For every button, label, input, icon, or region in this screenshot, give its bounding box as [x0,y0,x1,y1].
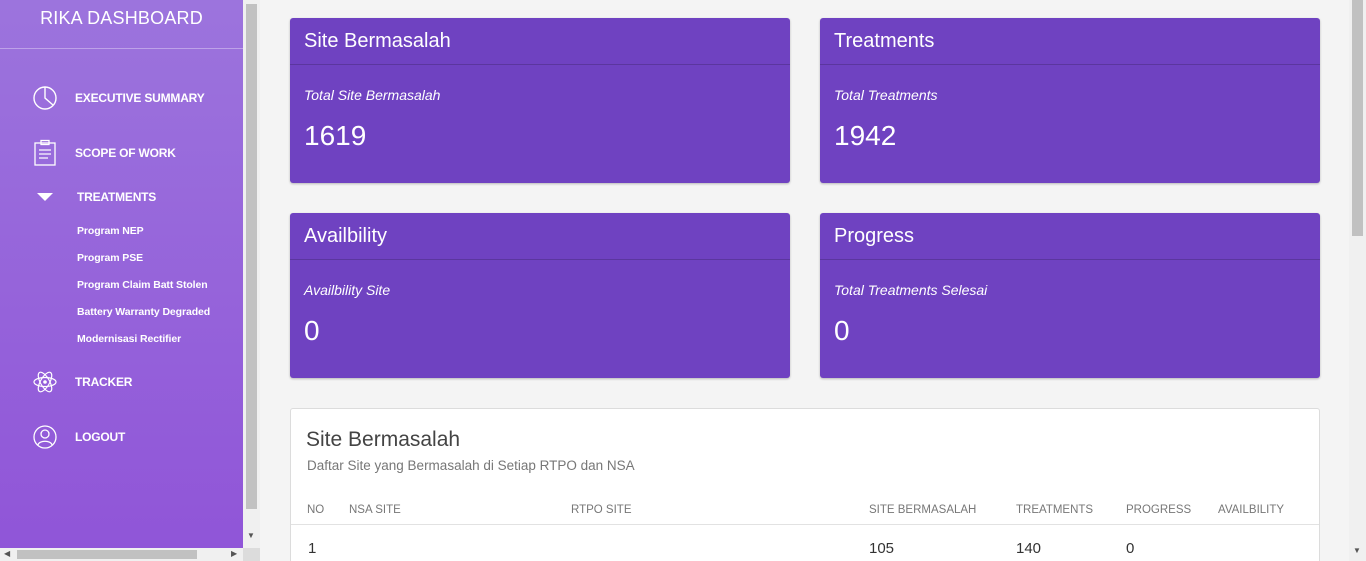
nav-executive-summary[interactable]: EXECUTIVE SUMMARY [0,84,243,112]
scroll-down-arrow-icon[interactable]: ▼ [247,531,255,540]
scrollbar-thumb[interactable] [246,4,257,509]
sub-item-program-claim-batt-stolen[interactable]: Program Claim Batt Stolen [77,279,208,291]
nav-label: TRACKER [75,375,133,389]
scrollbar-thumb[interactable] [1352,0,1363,236]
cell-progress: 0 [1126,540,1135,557]
card-value: 0 [304,315,320,346]
card-title: Treatments [820,18,1320,65]
nav-scope-of-work[interactable]: SCOPE OF WORK [0,139,243,167]
panel-title: Site Bermasalah [306,428,461,451]
nav-label: TREATMENTS [77,190,157,204]
card-title: Availbility [290,213,790,260]
nav-label: LOGOUT [75,430,126,444]
sidebar-horizontal-scrollbar[interactable]: ◀ ▶ [0,548,243,561]
scroll-down-arrow-icon[interactable]: ▼ [1353,546,1361,555]
atom-icon [31,368,59,396]
nav-label: SCOPE OF WORK [75,146,176,160]
clipboard-icon [31,139,59,167]
sidebar: RIKA DASHBOARD EXECUTIVE SUMMARY SCOPE O… [0,0,243,548]
card-subtitle: Total Treatments Selesai [834,282,988,298]
sub-item-battery-warranty-degraded[interactable]: Battery Warranty Degraded [77,306,210,318]
card-value: 1619 [304,120,367,151]
column-header-rtpo-site[interactable]: RTPO SITE [571,504,632,516]
card-subtitle: Total Site Bermasalah [304,87,441,103]
redacted-site-names [341,537,769,561]
column-header-treatments[interactable]: TREATMENTS [1016,504,1093,516]
card-subtitle: Availbility Site [304,282,391,298]
sub-item-modernisasi-rectifier[interactable]: Modernisasi Rectifier [77,333,181,345]
column-header-site-bermasalah[interactable]: SITE BERMASALAH [869,504,976,516]
sub-item-program-pse[interactable]: Program PSE [77,252,143,264]
column-header-nsa-site[interactable]: NSA SITE [349,504,401,516]
card-subtitle: Total Treatments [834,87,938,103]
scrollbar-corner [243,548,260,561]
scrollbar-thumb[interactable] [17,550,197,559]
cell-site-bermasalah: 105 [869,540,895,557]
scroll-right-arrow-icon[interactable]: ▶ [231,549,237,558]
page-vertical-scrollbar[interactable]: ▼ [1349,0,1366,561]
card-title: Progress [820,213,1320,260]
column-header-progress[interactable]: PROGRESS [1126,504,1191,516]
nav-treatments[interactable]: TREATMENTS [0,187,243,207]
cell-treatments: 140 [1016,540,1042,557]
nav-label: EXECUTIVE SUMMARY [75,91,205,105]
site-bermasalah-table-panel: Site Bermasalah Daftar Site yang Bermasa… [290,408,1320,561]
panel-subtitle: Daftar Site yang Bermasalah di Setiap RT… [307,458,635,473]
cell-no: 1 [308,540,317,557]
card-title: Site Bermasalah [290,18,790,65]
pie-chart-icon [31,84,59,112]
column-header-availbility[interactable]: AVAILBILITY [1218,504,1284,516]
table-header-divider [291,524,1319,525]
caret-down-icon [31,183,59,211]
sub-item-program-nep[interactable]: Program NEP [77,225,144,237]
card-site-bermasalah: Site Bermasalah Total Site Bermasalah 16… [290,18,790,183]
column-header-no[interactable]: NO [307,504,324,516]
card-value: 0 [834,315,850,346]
card-availbility: Availbility Availbility Site 0 [290,213,790,378]
card-value: 1942 [834,120,897,151]
brand-title: RIKA DASHBOARD [0,0,243,49]
user-icon [31,423,59,451]
card-progress: Progress Total Treatments Selesai 0 [820,213,1320,378]
nav-logout[interactable]: LOGOUT [0,423,243,451]
nav-tracker[interactable]: TRACKER [0,368,243,396]
card-treatments: Treatments Total Treatments 1942 [820,18,1320,183]
scroll-left-arrow-icon[interactable]: ◀ [4,549,10,558]
sidebar-vertical-scrollbar[interactable]: ▼ [243,0,260,548]
